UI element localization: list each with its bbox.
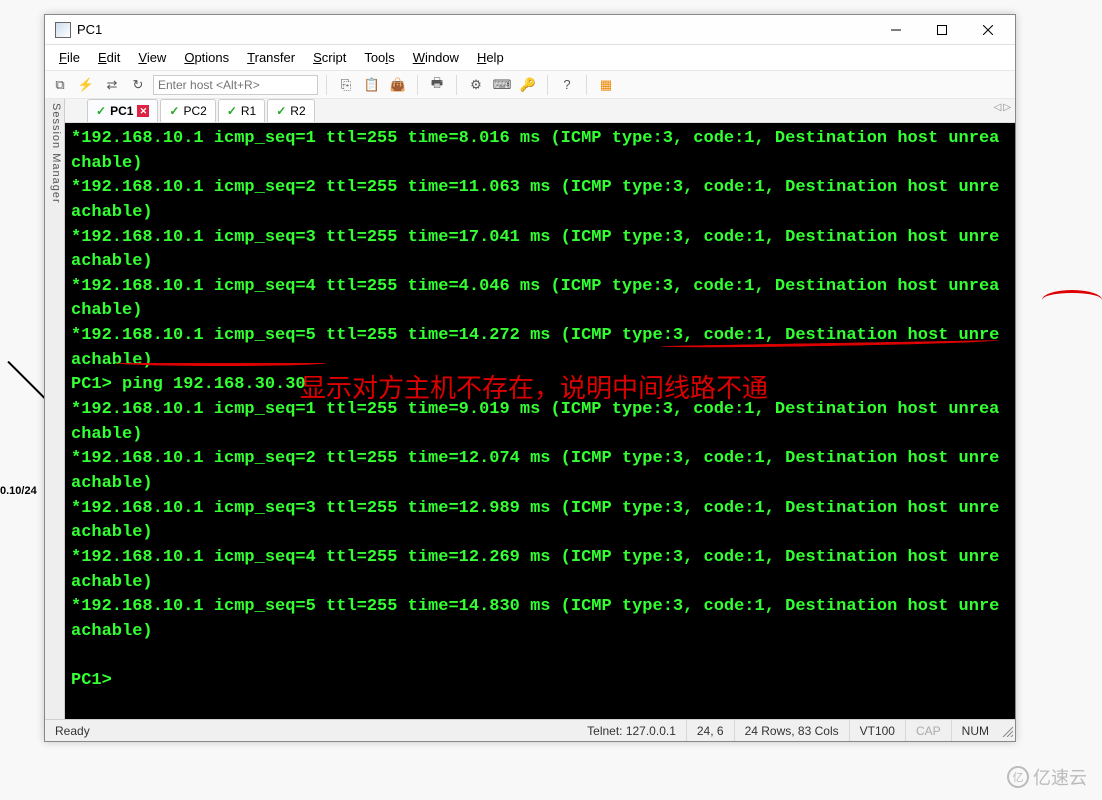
- status-num: NUM: [952, 720, 999, 741]
- status-size: 24 Rows, 83 Cols: [735, 720, 850, 741]
- image-icon[interactable]: ▦: [595, 74, 617, 96]
- tab-label: PC2: [183, 104, 206, 118]
- check-icon: ✓: [169, 104, 179, 118]
- refresh-icon[interactable]: ↻: [127, 74, 149, 96]
- help-icon[interactable]: ?: [556, 74, 578, 96]
- window-title: PC1: [77, 22, 873, 37]
- tab-label: R2: [290, 104, 305, 118]
- close-button[interactable]: [965, 16, 1011, 44]
- tab-label: R1: [241, 104, 256, 118]
- key-icon[interactable]: 🔑: [517, 74, 539, 96]
- tab-pc2[interactable]: ✓ PC2: [160, 99, 215, 122]
- app-window: PC1 File Edit View Options Transfer Scri…: [44, 14, 1016, 742]
- check-icon: ✓: [227, 104, 237, 118]
- check-icon: ✓: [276, 104, 286, 118]
- menu-help[interactable]: Help: [469, 47, 512, 68]
- settings-icon[interactable]: ⚙: [465, 74, 487, 96]
- background-red-mark: [1042, 290, 1102, 310]
- separator: [586, 75, 587, 95]
- minimize-button[interactable]: [873, 16, 919, 44]
- menu-script[interactable]: Script: [305, 47, 354, 68]
- status-term-type: VT100: [850, 720, 906, 741]
- terminal-line: *192.168.10.1 icmp_seq=4 ttl=255 time=12…: [71, 546, 1009, 595]
- terminal-line: *192.168.10.1 icmp_seq=3 ttl=255 time=17…: [71, 226, 1009, 275]
- tab-r2[interactable]: ✓ R2: [267, 99, 314, 122]
- separator: [547, 75, 548, 95]
- terminal-line: [71, 644, 1009, 669]
- status-ready: Ready: [45, 720, 100, 741]
- terminal-line: *192.168.10.1 icmp_seq=4 ttl=255 time=4.…: [71, 275, 1009, 324]
- print-icon[interactable]: 🖶: [426, 74, 448, 96]
- terminal-line: *192.168.10.1 icmp_seq=2 ttl=255 time=12…: [71, 447, 1009, 496]
- check-icon: ✓: [96, 104, 106, 118]
- toolbar: ⧉ ⚡ ⇄ ↻ ⎘ 📋 👜 🖶 ⚙ ⌨ 🔑 ? ▦: [45, 71, 1015, 99]
- menubar: File Edit View Options Transfer Script T…: [45, 45, 1015, 71]
- terminal-line: *192.168.10.1 icmp_seq=2 ttl=255 time=11…: [71, 176, 1009, 225]
- terminal-line: *192.168.10.1 icmp_seq=3 ttl=255 time=12…: [71, 497, 1009, 546]
- terminal-line: *192.168.10.1 icmp_seq=5 ttl=255 time=14…: [71, 595, 1009, 644]
- tab-label: PC1: [110, 104, 133, 118]
- tab-prev-icon[interactable]: ◁: [994, 102, 1002, 113]
- tab-nav: ◁ ▷: [994, 102, 1011, 113]
- titlebar[interactable]: PC1: [45, 15, 1015, 45]
- host-input[interactable]: [153, 75, 318, 95]
- terminal-line: *192.168.10.1 icmp_seq=5 ttl=255 time=14…: [71, 324, 1009, 373]
- separator: [326, 75, 327, 95]
- watermark-icon: 亿: [1007, 766, 1029, 788]
- menu-tools[interactable]: Tools: [356, 47, 402, 68]
- session-manager-panel[interactable]: Session Manager: [45, 99, 65, 719]
- status-cap: CAP: [906, 720, 952, 741]
- body-area: Session Manager ✓ PC1 ✕ ✓ PC2 ✓ R1 ✓: [45, 99, 1015, 719]
- status-cursor: 24, 6: [687, 720, 735, 741]
- maximize-button[interactable]: [919, 16, 965, 44]
- tab-pc1[interactable]: ✓ PC1 ✕: [87, 99, 158, 122]
- terminal[interactable]: *192.168.10.1 icmp_seq=1 ttl=255 time=8.…: [65, 123, 1015, 719]
- menu-window[interactable]: Window: [405, 47, 467, 68]
- reconnect-icon[interactable]: ⇄: [101, 74, 123, 96]
- separator: [456, 75, 457, 95]
- terminal-line: PC1>: [71, 669, 1009, 694]
- tab-bar: ✓ PC1 ✕ ✓ PC2 ✓ R1 ✓ R2 ◁ ▷: [65, 99, 1015, 123]
- status-connection: Telnet: 127.0.0.1: [577, 720, 687, 741]
- menu-view[interactable]: View: [130, 47, 174, 68]
- menu-options[interactable]: Options: [176, 47, 237, 68]
- watermark-text: 亿速云: [1033, 764, 1087, 790]
- close-tab-icon[interactable]: ✕: [137, 105, 149, 117]
- background-ip-fragment: 0.10/24: [0, 485, 37, 497]
- quick-connect-icon[interactable]: ⚡: [75, 74, 97, 96]
- copy-icon[interactable]: ⎘: [335, 74, 357, 96]
- menu-transfer[interactable]: Transfer: [239, 47, 303, 68]
- separator: [417, 75, 418, 95]
- find-icon[interactable]: 👜: [387, 74, 409, 96]
- paste-icon[interactable]: 📋: [361, 74, 383, 96]
- keyboard-icon[interactable]: ⌨: [491, 74, 513, 96]
- app-icon: [55, 22, 71, 38]
- menu-edit[interactable]: Edit: [90, 47, 128, 68]
- resize-grip-icon[interactable]: [999, 723, 1015, 739]
- status-bar: Ready Telnet: 127.0.0.1 24, 6 24 Rows, 8…: [45, 719, 1015, 741]
- tab-r1[interactable]: ✓ R1: [218, 99, 265, 122]
- terminal-line: *192.168.10.1 icmp_seq=1 ttl=255 time=9.…: [71, 398, 1009, 447]
- watermark: 亿 亿速云: [1007, 764, 1087, 790]
- tab-next-icon[interactable]: ▷: [1003, 102, 1011, 113]
- menu-file[interactable]: File: [51, 47, 88, 68]
- background-diagonal-line: [7, 361, 47, 401]
- toggle-sidebar-icon[interactable]: ⧉: [49, 74, 71, 96]
- terminal-line: *192.168.10.1 icmp_seq=1 ttl=255 time=8.…: [71, 127, 1009, 176]
- terminal-line: PC1> ping 192.168.30.30: [71, 373, 1009, 398]
